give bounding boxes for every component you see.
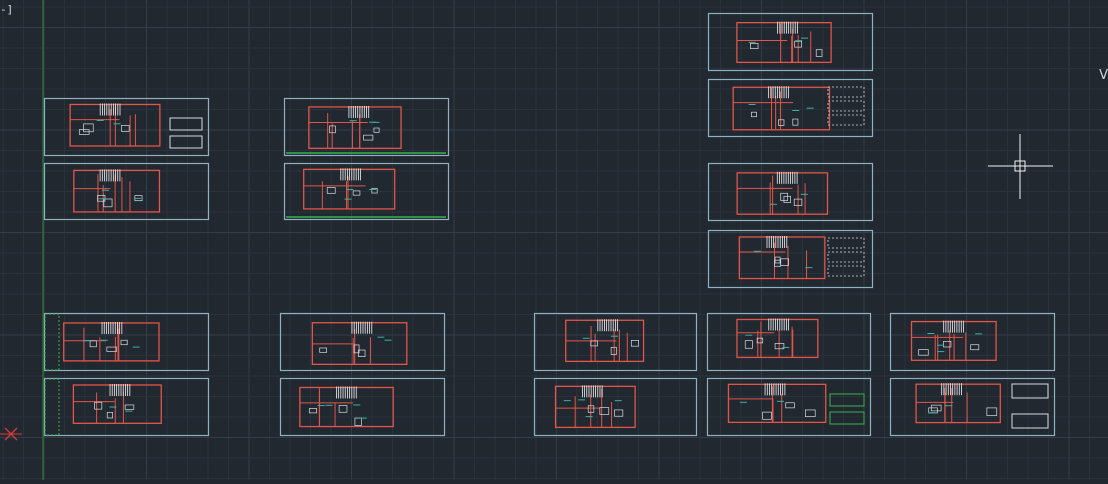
viewport-controls-label[interactable]: -] <box>0 3 13 16</box>
floor-plan-sheet <box>889 312 1056 372</box>
crosshair-cursor <box>988 134 1053 199</box>
floor-plan-sheet <box>706 377 872 437</box>
floor-plan-sheet <box>707 12 874 72</box>
floor-plan-sheet <box>889 377 1056 437</box>
floor-plan-sheet <box>279 377 446 437</box>
floor-plan-sheet <box>533 377 698 437</box>
floor-plan-sheet <box>706 312 872 372</box>
floor-plan-sheet <box>707 229 874 289</box>
floor-plan-sheet <box>283 97 450 157</box>
grid-lines <box>0 0 1108 480</box>
model-space-viewport[interactable]: -] V <box>0 0 1108 480</box>
drawing-canvas[interactable] <box>0 0 1108 480</box>
floor-plan-sheet <box>279 312 446 372</box>
viewcube-edge-glyph[interactable]: V <box>1099 68 1108 83</box>
floor-plan-sheet <box>533 312 698 372</box>
floor-plan-sheet <box>707 78 874 138</box>
floor-plan-sheets <box>43 12 1056 437</box>
